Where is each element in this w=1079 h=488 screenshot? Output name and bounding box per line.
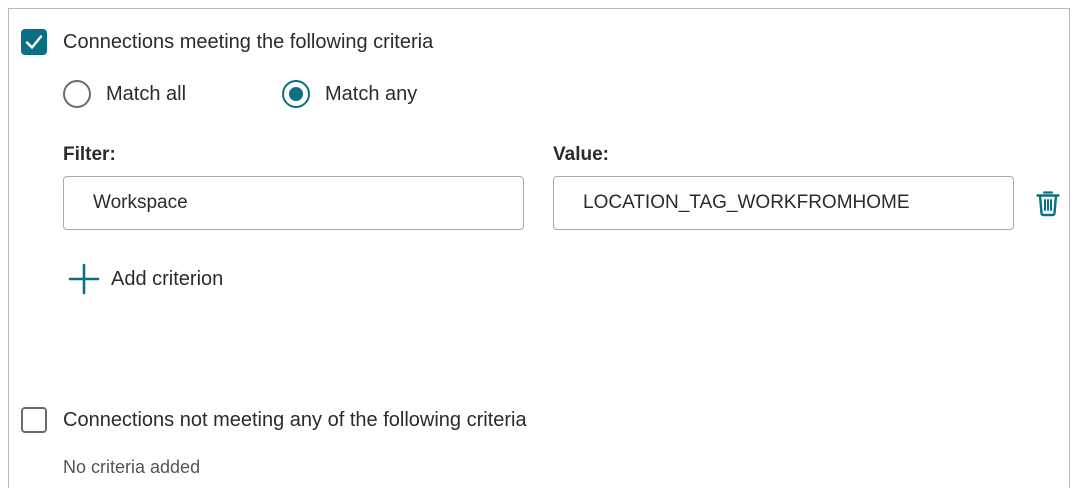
not-meeting-criteria-checkbox[interactable] [21, 407, 47, 433]
trash-icon[interactable] [1035, 189, 1061, 217]
match-any-radio[interactable] [282, 80, 310, 108]
match-all-label: Match all [106, 83, 187, 105]
meeting-criteria-label: Connections meeting the following criter… [63, 31, 434, 53]
checkmark-icon [25, 35, 43, 49]
no-criteria-text: No criteria added [63, 457, 201, 477]
meeting-criteria-checkbox[interactable] [21, 29, 47, 55]
value-label: Value: [553, 144, 609, 165]
match-any-label: Match any [325, 83, 418, 105]
not-meeting-criteria-label: Connections not meeting any of the follo… [63, 409, 527, 431]
plus-icon [68, 263, 100, 295]
filter-label: Filter: [63, 144, 116, 165]
filter-select[interactable]: Workspace [63, 176, 524, 230]
add-criterion-label[interactable]: Add criterion [111, 268, 223, 291]
add-criterion-button[interactable] [68, 263, 100, 295]
radio-selected-dot [289, 87, 303, 101]
value-input[interactable]: LOCATION_TAG_WORKFROMHOME [553, 176, 1014, 230]
match-all-radio[interactable] [63, 80, 91, 108]
